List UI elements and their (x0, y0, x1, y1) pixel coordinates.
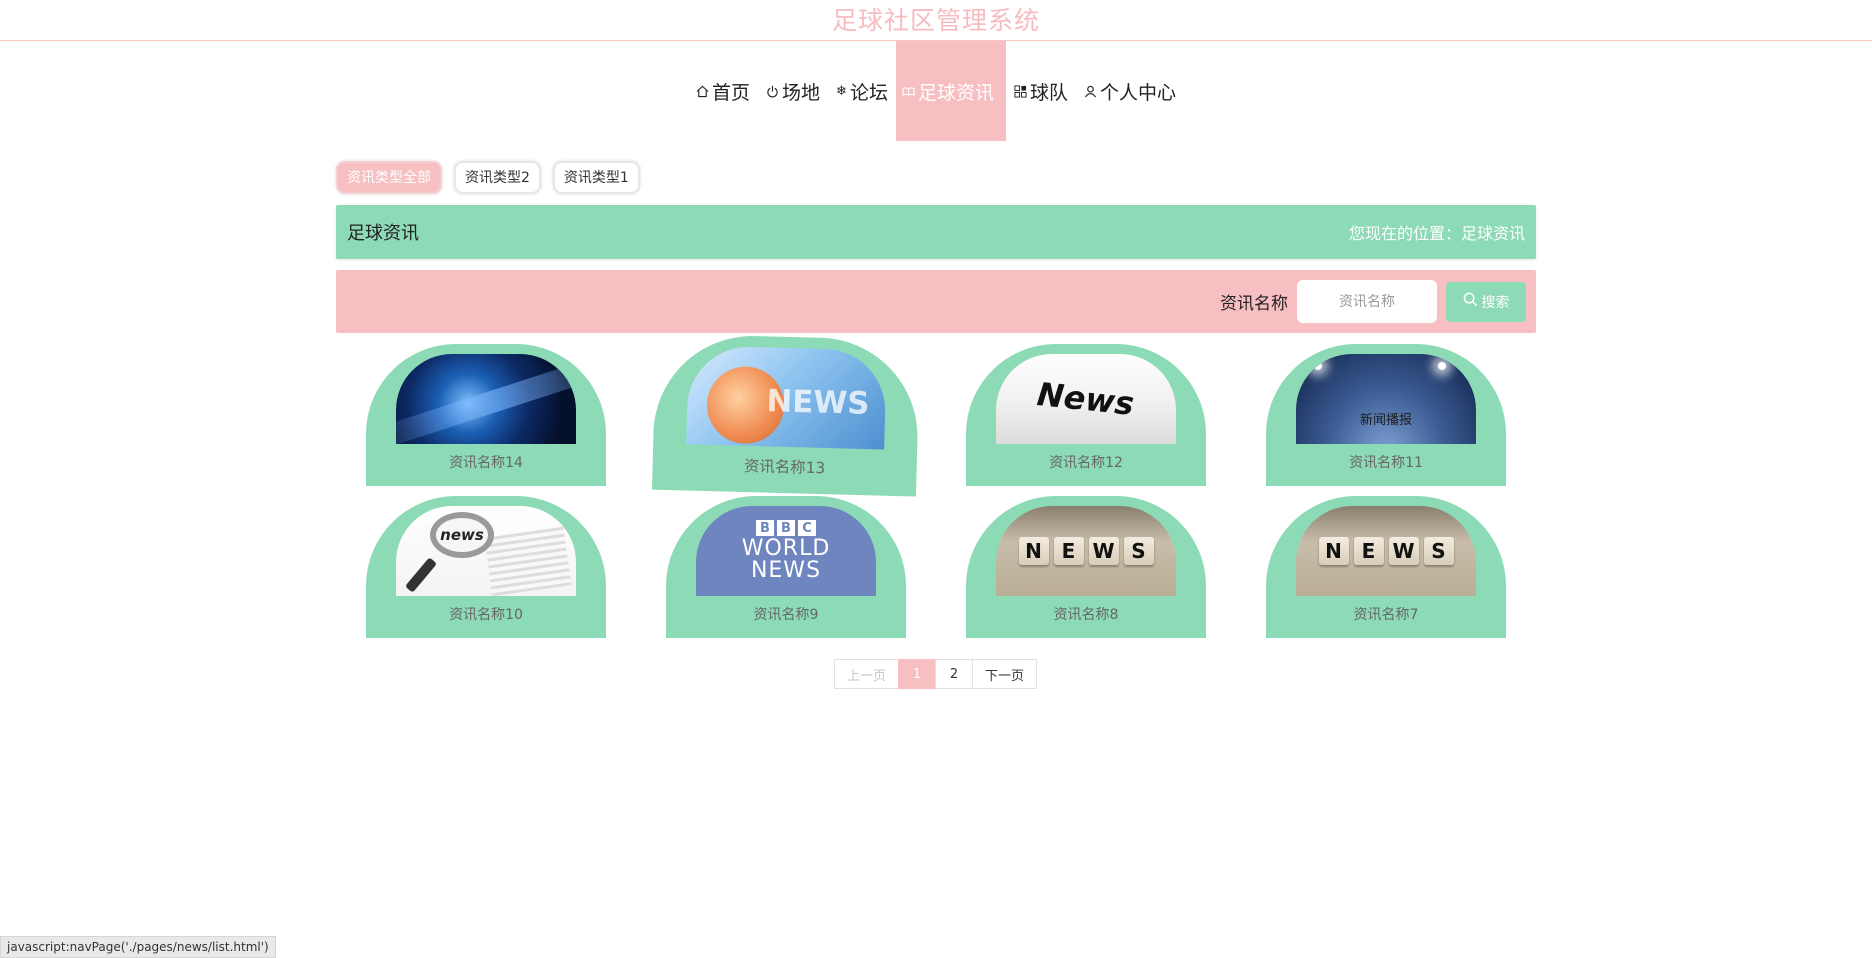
power-icon (766, 85, 779, 98)
section-title: 足球资讯 (347, 223, 419, 244)
nav-item-profile[interactable]: 个人中心 (1076, 41, 1184, 141)
news-card[interactable]: 新闻播报 资讯名称11 (1266, 344, 1506, 486)
section-header-bar: 足球资讯 您现在的位置：足球资讯 (336, 205, 1536, 259)
news-card[interactable]: BBC WORLD NEWS 资讯名称9 (666, 496, 906, 638)
page-button-1[interactable]: 1 (898, 659, 936, 689)
nav-label: 足球资讯 (917, 81, 994, 104)
nav-label: 个人中心 (1099, 81, 1176, 104)
thumbnail-text: News (1035, 375, 1137, 423)
news-card[interactable]: NEWS 资讯名称13 (652, 333, 920, 497)
top-header: 足球社区管理系统 (0, 0, 1872, 41)
search-input[interactable] (1297, 280, 1437, 323)
nav-label: 场地 (782, 81, 821, 104)
breadcrumb: 您现在的位置：足球资讯 (1348, 224, 1525, 243)
news-thumbnail (396, 354, 576, 444)
browser-status-bar: javascript:navPage('./pages/news/list.ht… (0, 936, 276, 958)
prev-page-button[interactable]: 上一页 (833, 659, 899, 689)
news-card[interactable]: NEWS 资讯名称8 (966, 496, 1206, 638)
user-icon (1084, 85, 1097, 98)
search-label: 资讯名称 (1220, 294, 1288, 314)
type-tab-1[interactable]: 资讯类型1 (552, 160, 640, 194)
thumbnail-text: NEWS (766, 382, 870, 422)
nav-label: 首页 (712, 81, 751, 104)
search-icon (1463, 292, 1478, 311)
type-tab-2[interactable]: 资讯类型2 (454, 160, 541, 194)
news-card-title: 资讯名称10 (449, 607, 523, 623)
news-card-title: 资讯名称12 (1049, 455, 1123, 471)
thumbnail-text: 新闻播报 (1359, 413, 1412, 428)
news-card-title: 资讯名称13 (743, 457, 826, 478)
search-button[interactable]: 搜索 (1446, 281, 1526, 322)
site-title: 足球社区管理系统 (831, 6, 1040, 35)
home-icon (696, 85, 709, 98)
news-card-title: 资讯名称11 (1349, 455, 1423, 471)
thumbnail-text: news (430, 512, 494, 558)
nav-label: 论坛 (849, 81, 888, 104)
news-thumbnail: NEWS (1296, 506, 1476, 596)
search-button-label: 搜索 (1481, 294, 1510, 311)
type-tab-all[interactable]: 资讯类型全部 (336, 160, 442, 194)
snowflake-icon: ❄ (836, 83, 847, 99)
nav-item-home[interactable]: 首页 (688, 41, 758, 141)
news-card-title: 资讯名称14 (449, 455, 523, 471)
news-card[interactable]: news 资讯名称10 (366, 496, 606, 638)
page-button-2[interactable]: 2 (935, 659, 973, 689)
news-card-title: 资讯名称9 (753, 607, 819, 623)
news-card[interactable]: 资讯名称14 (366, 344, 606, 486)
nav-item-team[interactable]: 球队 (1006, 41, 1076, 141)
news-thumbnail: BBC WORLD NEWS (696, 506, 876, 596)
next-page-button[interactable]: 下一页 (972, 659, 1038, 689)
grid-icon (1014, 84, 1027, 98)
bbc-logo: BBC (756, 520, 816, 536)
nav-item-news[interactable]: 足球资讯 (895, 41, 1006, 141)
search-panel: 资讯名称 搜索 (336, 270, 1536, 333)
news-thumbnail: news (396, 506, 576, 596)
main-content: 资讯类型全部 资讯类型2 资讯类型1 足球资讯 您现在的位置：足球资讯 资讯名称… (336, 159, 1536, 689)
type-filter-tabs: 资讯类型全部 资讯类型2 资讯类型1 (336, 159, 1536, 195)
pagination: 上一页 1 2 下一页 (336, 659, 1536, 689)
news-thumbnail: 新闻播报 (1296, 354, 1476, 444)
book-icon (902, 85, 915, 98)
news-card[interactable]: NEWS 资讯名称7 (1266, 496, 1506, 638)
news-thumbnail: NEWS (996, 506, 1176, 596)
news-card[interactable]: News 资讯名称12 (966, 344, 1206, 486)
nav-item-forum[interactable]: ❄ 论坛 (828, 41, 896, 141)
nav-label: 球队 (1029, 81, 1068, 104)
news-thumbnail: News (996, 354, 1176, 444)
nav-item-venue[interactable]: 场地 (758, 41, 828, 141)
main-nav: 首页 场地 ❄ 论坛 足球资讯 球队 个人中心 (0, 41, 1872, 141)
news-grid: 资讯名称14 NEWS 资讯名称13 News 资讯名称12 新闻播报 资讯名称… (336, 333, 1536, 638)
news-card-title: 资讯名称8 (1053, 607, 1119, 623)
news-card-title: 资讯名称7 (1353, 607, 1419, 623)
news-thumbnail: NEWS (686, 345, 887, 450)
